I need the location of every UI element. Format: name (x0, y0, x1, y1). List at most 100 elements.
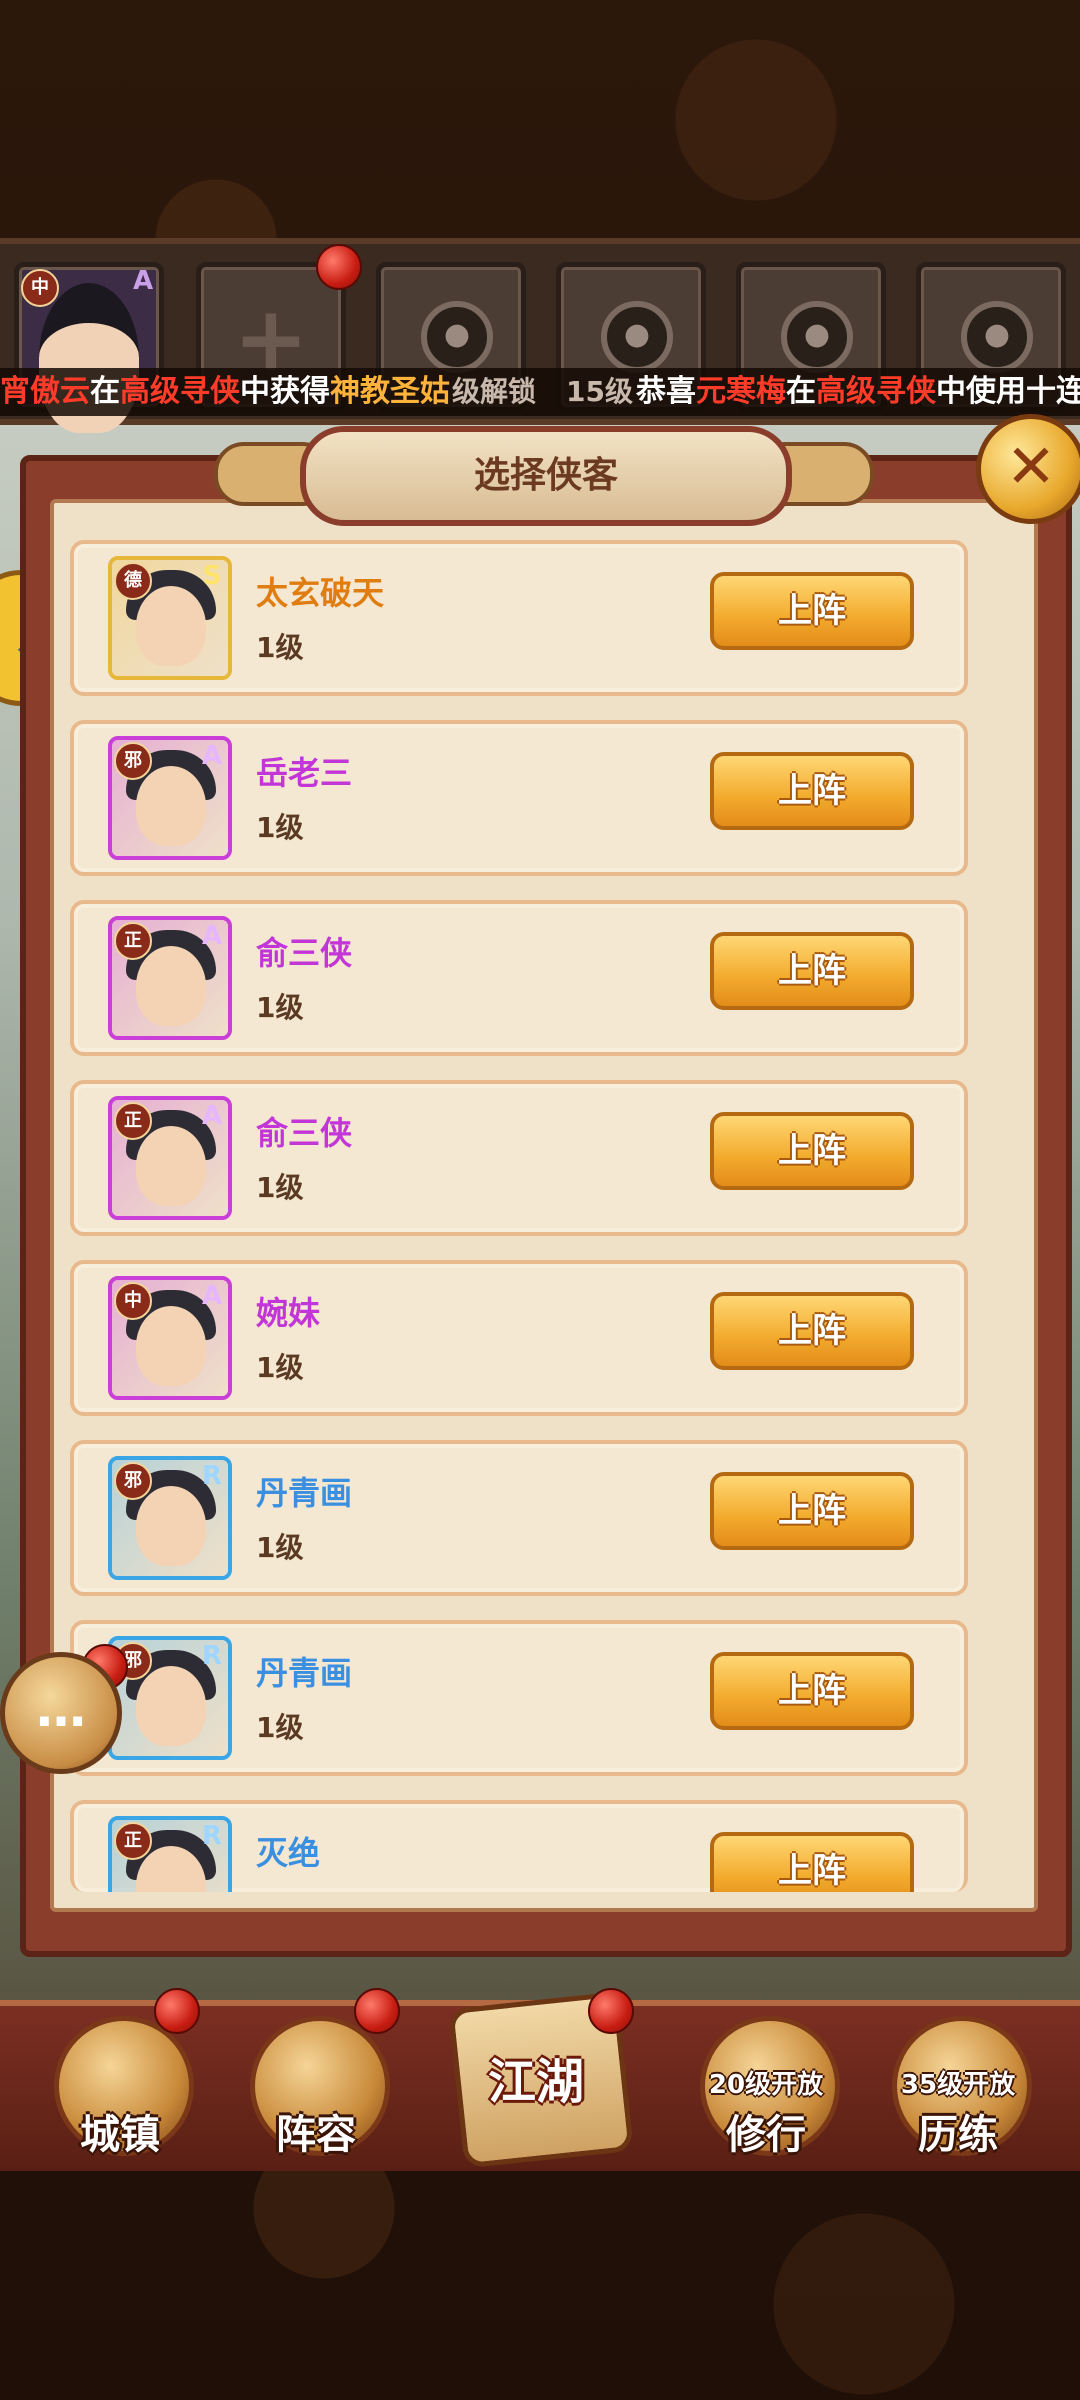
rank-badge: R (201, 1821, 223, 1851)
nav-label: 城镇 (80, 2112, 160, 2158)
ticker-message-right: 恭喜元寒梅在高级寻侠中使用十连 (636, 368, 1080, 416)
ticker-text: 神教圣姑 (330, 374, 450, 409)
faction-badge: 邪 (114, 1462, 152, 1500)
broadcast-ticker: 宵傲云在高级寻侠中获得神教圣姑 级解锁 15级 恭喜元寒梅在高级寻侠中使用十连 (0, 368, 1080, 416)
nav-label: 历练 (918, 2112, 998, 2158)
hero-level: 1级 (256, 631, 304, 664)
hero-card: 正 A 俞三侠 1级 上阵 (70, 1080, 968, 1236)
lock-icon: ● (961, 301, 1033, 373)
hero-face (136, 766, 206, 846)
hero-avatar[interactable]: 邪R (108, 1636, 232, 1760)
hero-name: 丹青画 (256, 1474, 353, 1512)
hero-level: 1级 (256, 1531, 304, 1564)
deploy-button[interactable]: 上阵 (710, 1832, 914, 1892)
ticker-text: 中获得 (240, 374, 330, 409)
lock-icon: ● (421, 301, 493, 373)
rank-badge: A (201, 741, 223, 771)
faction-badge: 邪 (114, 742, 152, 780)
hero-face (136, 586, 206, 666)
hero-name: 灭绝 (256, 1834, 321, 1872)
deploy-button[interactable]: 上阵 (710, 1292, 914, 1370)
hero-card: 邪 R 丹青画 1级 上阵 (70, 1620, 968, 1776)
rank-badge: R (201, 1641, 223, 1671)
faction-badge: 中 (114, 1282, 152, 1320)
rank-badge: R (201, 1461, 223, 1491)
hero-card: 中 A 婉妹 1级 上阵 (70, 1260, 968, 1416)
notification-dot (154, 1988, 200, 2034)
notification-dot (354, 1988, 400, 2034)
faction-badge: 中 (21, 269, 59, 307)
close-button[interactable]: ✕ (976, 414, 1080, 524)
chat-button[interactable]: … (0, 1652, 122, 1774)
hero-face (136, 946, 206, 1026)
hero-avatar[interactable]: 中A (108, 1276, 232, 1400)
notification-dot (316, 244, 362, 290)
nav-label: 江湖 (487, 2054, 584, 2110)
nav-lineup[interactable]: 阵容 (236, 2016, 396, 2166)
rank-badge: S (202, 561, 222, 591)
deploy-button[interactable]: 上阵 (710, 932, 914, 1010)
faction-badge: 正 (114, 922, 152, 960)
hero-avatar[interactable]: 正A (108, 1096, 232, 1220)
ticker-text: 宵傲云 (0, 374, 90, 409)
slot-unlock-text: 级解锁 (452, 375, 537, 408)
hero-avatar[interactable]: 正R (108, 1816, 232, 1892)
hero-name: 俞三侠 (256, 934, 353, 972)
hero-avatar[interactable]: 德S (108, 556, 232, 680)
hero-name: 俞三侠 (256, 1114, 353, 1152)
hero-card: 邪 A 岳老三 1级 上阵 (70, 720, 968, 876)
hero-level: 1级 (256, 1711, 304, 1744)
lock-icon: ● (781, 301, 853, 373)
deploy-button[interactable]: 上阵 (710, 572, 914, 650)
hero-face (136, 1306, 206, 1386)
deploy-button[interactable]: 上阵 (710, 1472, 914, 1550)
hero-name: 丹青画 (256, 1654, 353, 1692)
panel-title: 选择侠客 (300, 426, 792, 526)
rank-badge: A (201, 1281, 223, 1311)
ticker-text: 在 (90, 374, 120, 409)
hero-card: 邪 R 丹青画 1级 上阵 (70, 1440, 968, 1596)
nav-label: 修行 (726, 2112, 806, 2158)
nav-trial-locked[interactable]: 35级开放 历练 (878, 2016, 1038, 2166)
ticker-text: 元寒梅 (696, 374, 786, 409)
deploy-button[interactable]: 上阵 (710, 1112, 914, 1190)
rank-badge: A (201, 1101, 223, 1131)
nav-town[interactable]: 城镇 (40, 2016, 200, 2166)
hero-card: 正 A 俞三侠 1级 上阵 (70, 900, 968, 1056)
notification-dot (588, 1988, 634, 2034)
faction-badge: 正 (114, 1102, 152, 1140)
faction-badge: 正 (114, 1822, 152, 1860)
hero-avatar[interactable]: 正A (108, 916, 232, 1040)
hero-face (136, 1486, 206, 1566)
unlock-level-text: 35级开放 (900, 2070, 1016, 2100)
hero-level: 1级 (256, 991, 304, 1024)
ticker-text: 高级寻侠 (120, 374, 240, 409)
hero-avatar[interactable]: 邪R (108, 1456, 232, 1580)
hero-face (136, 1126, 206, 1206)
hero-face (136, 1666, 206, 1746)
ticker-text: 恭喜 (636, 374, 696, 409)
unlock-level-text: 20级开放 (708, 2070, 824, 2100)
hero-avatar[interactable]: 邪A (108, 736, 232, 860)
ticker-text: 高级寻侠 (816, 374, 936, 409)
rank-badge: A (201, 921, 223, 951)
hero-name: 太玄破天 (256, 574, 385, 612)
nav-practice-locked[interactable]: 20级开放 修行 (686, 2016, 846, 2166)
lock-icon: ● (601, 301, 673, 373)
slot-unlock-text: 15级 (566, 375, 633, 408)
hero-name: 岳老三 (256, 754, 353, 792)
nav-label: 阵容 (276, 2112, 356, 2158)
deploy-button[interactable]: 上阵 (710, 1652, 914, 1730)
hero-level: 1级 (256, 1171, 304, 1204)
ticker-message-left: 宵傲云在高级寻侠中获得神教圣姑 (0, 368, 450, 416)
hero-name: 婉妹 (256, 1294, 321, 1332)
hero-level: 1级 (256, 1351, 304, 1384)
rank-badge: A (132, 266, 154, 296)
ticker-text: 中使用十连 (936, 374, 1080, 409)
deploy-button[interactable]: 上阵 (710, 752, 914, 830)
ticker-text: 在 (786, 374, 816, 409)
hero-card: 德 S 太玄破天 1级 上阵 (70, 540, 968, 696)
faction-badge: 德 (114, 562, 152, 600)
hero-card: 正 R 灭绝 上阵 (70, 1800, 968, 1892)
hero-level: 1级 (256, 811, 304, 844)
